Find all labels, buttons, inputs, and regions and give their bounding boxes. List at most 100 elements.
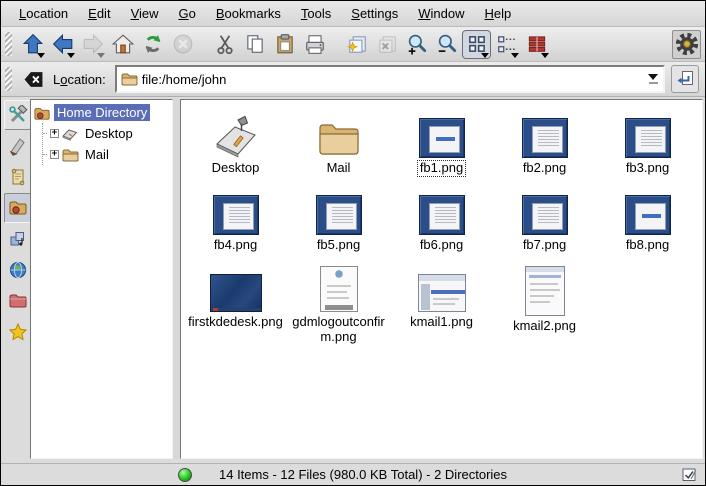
file-name: Desktop (210, 161, 262, 176)
png-thumbnail (625, 195, 671, 235)
tree-item-home[interactable]: Home Directory (33, 102, 172, 123)
file-name: fb2.png (521, 161, 568, 176)
file-item-fb6[interactable]: fb6.png (392, 185, 492, 253)
stop-button[interactable] (168, 30, 197, 59)
file-item-gdmlogoutconfirm[interactable]: gdmlogoutconfirm.png (289, 262, 389, 345)
sidebar-root-button[interactable] (4, 286, 31, 316)
sidebar-home-button[interactable] (4, 193, 31, 223)
file-item-firstkdedesk[interactable]: firstkdedesk.png (186, 262, 286, 345)
png-thumbnail (522, 195, 568, 235)
tree-view-button[interactable] (492, 30, 521, 59)
forward-button[interactable] (78, 30, 107, 59)
file-item-fb4[interactable]: fb4.png (186, 185, 286, 253)
up-arrow-icon (22, 33, 44, 55)
gear-icon (675, 32, 699, 56)
toolbar-grip[interactable] (5, 32, 12, 56)
png-thumbnail (419, 195, 465, 235)
menu-edit[interactable]: Edit (78, 2, 120, 26)
home-button[interactable] (108, 30, 137, 59)
file-item-fb7[interactable]: fb7.png (495, 185, 595, 253)
location-dropdown-arrow[interactable] (645, 70, 661, 88)
close-tab-icon (376, 33, 398, 55)
tree-item-label: Mail (82, 146, 112, 163)
png-thumbnail (625, 118, 671, 158)
folder-icon (316, 120, 362, 158)
file-name: gdmlogoutconfirm.png (289, 315, 389, 345)
clear-location-button[interactable] (20, 66, 46, 92)
expander-icon[interactable]: + (50, 150, 59, 159)
copy-icon (244, 33, 266, 55)
folder-icon (121, 72, 138, 86)
file-item-fb1[interactable]: fb1.png (392, 108, 492, 176)
file-item-fb5[interactable]: fb5.png (289, 185, 389, 253)
cut-button[interactable] (210, 30, 239, 59)
reload-icon (142, 33, 164, 55)
text-view-button[interactable] (522, 30, 551, 59)
icon-view-button[interactable] (462, 30, 491, 59)
file-name: fb1.png (418, 161, 465, 176)
file-name: fb5.png (315, 238, 362, 253)
file-name: Mail (325, 161, 353, 176)
up-button[interactable] (18, 30, 47, 59)
file-item-fb8[interactable]: fb8.png (598, 185, 698, 253)
zoom-out-button[interactable] (432, 30, 461, 59)
icon-view-icon (466, 33, 488, 55)
go-enter-icon (675, 69, 695, 89)
file-name: fb8.png (624, 238, 671, 253)
folder-icon (62, 148, 79, 162)
file-grid: Desktop Mail fb1.png fb2.png (181, 100, 702, 345)
sidebar-bookmarks-button[interactable] (4, 317, 31, 347)
file-item-desktop[interactable]: Desktop (186, 108, 286, 176)
zoom-in-icon (406, 33, 428, 55)
menu-settings[interactable]: Settings (341, 2, 408, 26)
expander-icon[interactable]: + (50, 129, 59, 138)
png-thumbnail (320, 266, 358, 312)
menu-help[interactable]: Help (475, 2, 522, 26)
zoom-out-icon (436, 33, 458, 55)
statusbar: 14 Items - 12 Files (980.0 KB Total) - 2… (1, 463, 705, 485)
sidebar-services-button[interactable] (4, 224, 31, 254)
file-item-fb2[interactable]: fb2.png (495, 108, 595, 176)
paste-button[interactable] (270, 30, 299, 59)
file-item-mail[interactable]: Mail (289, 108, 389, 176)
sidebar-network-button[interactable] (4, 255, 31, 285)
menu-view[interactable]: View (121, 2, 169, 26)
reload-button[interactable] (138, 30, 167, 59)
menu-go[interactable]: Go (169, 2, 206, 26)
menu-bookmarks[interactable]: Bookmarks (206, 2, 291, 26)
home-icon (112, 33, 134, 55)
file-item-kmail2[interactable]: kmail2.png (495, 262, 595, 345)
file-name: kmail2.png (511, 319, 578, 334)
tools-icon (8, 105, 28, 125)
tree-item-desktop[interactable]: + Desktop (43, 123, 172, 144)
paste-icon (274, 33, 296, 55)
cut-scissors-icon (214, 33, 236, 55)
print-button[interactable] (300, 30, 329, 59)
sidebar-button-strip (3, 99, 30, 459)
tree-item-mail[interactable]: + Mail (43, 144, 172, 165)
sidebar-eraser-button[interactable] (4, 131, 31, 161)
menu-tools[interactable]: Tools (291, 2, 341, 26)
network-globe-icon (8, 260, 28, 280)
bookmarks-star-icon (8, 322, 28, 342)
file-item-kmail1[interactable]: kmail1.png (392, 262, 492, 345)
file-item-fb3[interactable]: fb3.png (598, 108, 698, 176)
back-button[interactable] (48, 30, 77, 59)
tree-item-label: Home Directory (54, 104, 150, 121)
forward-arrow-icon (82, 33, 104, 55)
sidebar-history-button[interactable] (4, 162, 31, 192)
location-toolbar-grip[interactable] (5, 67, 12, 91)
menu-window[interactable]: Window (408, 2, 474, 26)
copy-button[interactable] (240, 30, 269, 59)
zoom-in-button[interactable] (402, 30, 431, 59)
folder-tree-panel: Home Directory + Desktop + Mail (30, 99, 173, 459)
file-name: kmail1.png (408, 315, 475, 330)
new-tab-button[interactable] (342, 30, 371, 59)
go-button[interactable] (671, 65, 699, 93)
sidebar-tools-button[interactable] (4, 100, 31, 130)
location-input[interactable] (142, 72, 641, 87)
panel-splitter[interactable] (173, 99, 180, 459)
location-combobox[interactable] (115, 65, 665, 93)
close-tab-button[interactable] (372, 30, 401, 59)
menu-location[interactable]: Location (9, 2, 78, 26)
